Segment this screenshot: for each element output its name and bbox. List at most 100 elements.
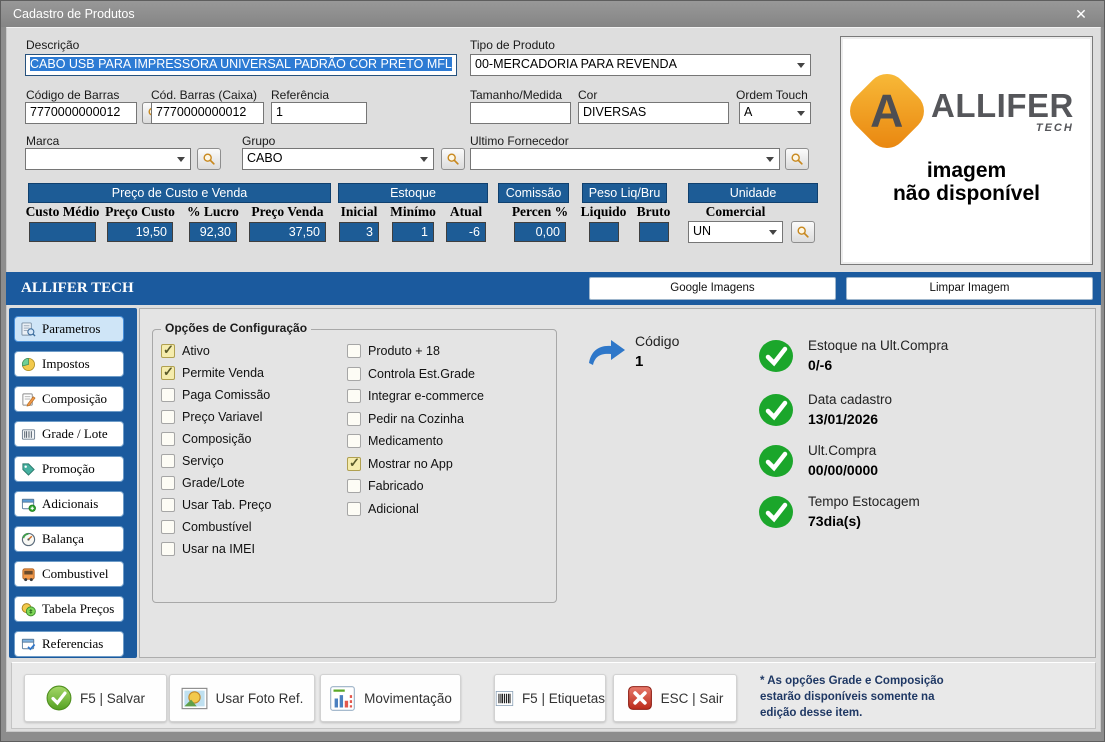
ordem-touch-select[interactable]: A <box>739 102 811 124</box>
checkbox-icon[interactable] <box>161 410 175 424</box>
unidade-search-button[interactable] <box>791 221 815 243</box>
tab-label: Composição <box>42 391 107 407</box>
marca-search-button[interactable] <box>197 148 221 170</box>
checkbox-icon[interactable] <box>347 479 361 493</box>
checkbox-controla-est-grade[interactable]: Controla Est.Grade <box>347 367 475 381</box>
checkbox-combustivel[interactable]: Combustível <box>161 520 251 534</box>
checkbox-ativo[interactable]: Ativo <box>161 344 210 358</box>
checkbox-fabricado[interactable]: Fabricado <box>347 479 424 493</box>
checkbox-label: Usar na IMEI <box>182 542 255 556</box>
checkbox-mostrar-no-app[interactable]: Mostrar no App <box>347 457 453 471</box>
ultimo-fornecedor-search-button[interactable] <box>785 148 809 170</box>
checkbox-icon[interactable] <box>347 434 361 448</box>
checkbox-icon[interactable] <box>347 457 361 471</box>
checkbox-icon[interactable] <box>347 389 361 403</box>
tab-tabela-precos[interactable]: Tabela Preços <box>14 596 124 622</box>
checkbox-adicional[interactable]: Adicional <box>347 502 419 516</box>
checkbox-icon[interactable] <box>347 502 361 516</box>
checkbox-icon[interactable] <box>161 366 175 380</box>
col-preco-venda-label: Preço Venda <box>241 204 334 220</box>
tab-grade-lote[interactable]: Grade / Lote <box>14 421 124 447</box>
estoque-minimo-field[interactable]: 1 <box>392 222 434 242</box>
checkbox-integrar-ecommerce[interactable]: Integrar e-commerce <box>347 389 484 403</box>
checkbox-icon[interactable] <box>161 498 175 512</box>
magnifier-icon <box>202 152 216 166</box>
preco-custo-field[interactable]: 19,50 <box>107 222 173 242</box>
checkbox-icon[interactable] <box>161 476 175 490</box>
estoque-atual-field[interactable]: -6 <box>446 222 486 242</box>
checkbox-label: Grade/Lote <box>182 476 245 490</box>
checkbox-paga-comissao[interactable]: Paga Comissão <box>161 388 270 402</box>
checkbox-icon[interactable] <box>347 367 361 381</box>
bar-chart-icon <box>329 685 356 712</box>
checkbox-pedir-na-cozinha[interactable]: Pedir na Cozinha <box>347 412 464 426</box>
group-header-preco: Preço de Custo e Venda <box>28 183 331 203</box>
checkbox-produto-18[interactable]: Produto + 18 <box>347 344 440 358</box>
image-not-available-text: imagem não disponível <box>841 159 1092 205</box>
checkbox-icon[interactable] <box>161 542 175 556</box>
referencia-input[interactable]: 1 <box>271 102 367 124</box>
comissao-percen-field[interactable]: 0,00 <box>514 222 566 242</box>
codigo-barras-input[interactable]: 7770000000012 <box>25 102 137 124</box>
parametros-panel: Opções de Configuração Ativo Permite Ven… <box>139 308 1096 658</box>
checkbox-icon[interactable] <box>161 388 175 402</box>
cor-input[interactable]: DIVERSAS <box>578 102 729 124</box>
window-check-icon <box>21 637 36 652</box>
checkbox-icon[interactable] <box>347 344 361 358</box>
tab-promocao[interactable]: Promoção <box>14 456 124 482</box>
salvar-button[interactable]: F5 | Salvar <box>24 674 167 722</box>
checkbox-servico[interactable]: Serviço <box>161 454 224 468</box>
usar-foto-button[interactable]: Usar Foto Ref. <box>169 674 315 722</box>
tab-parametros[interactable]: Parametros <box>14 316 124 342</box>
close-icon[interactable]: ✕ <box>1068 4 1094 24</box>
preco-venda-field[interactable]: 37,50 <box>249 222 326 242</box>
checkbox-usar-tab-preco[interactable]: Usar Tab. Preço <box>161 498 271 512</box>
unidade-comercial-select[interactable]: UN <box>688 221 783 243</box>
tamanho-input[interactable] <box>470 102 571 124</box>
checkbox-icon[interactable] <box>161 344 175 358</box>
checkbox-preco-variavel[interactable]: Preço Variavel <box>161 410 262 424</box>
checkbox-label: Ativo <box>182 344 210 358</box>
cod-barras-caixa-input[interactable]: 7770000000012 <box>151 102 264 124</box>
peso-liquido-field[interactable] <box>589 222 619 242</box>
barcode-icon <box>495 686 514 711</box>
descricao-input[interactable]: CABO USB PARA IMPRESSORA UNIVERSAL PADRÃ… <box>25 54 457 76</box>
checkbox-icon[interactable] <box>161 432 175 446</box>
checkbox-label: Controla Est.Grade <box>368 367 475 381</box>
custo-medio-field[interactable] <box>29 222 96 242</box>
peso-bruto-field[interactable] <box>639 222 669 242</box>
tab-combustivel[interactable]: Combustivel <box>14 561 124 587</box>
status-item-value: 0/-6 <box>808 357 832 373</box>
checkbox-icon[interactable] <box>161 454 175 468</box>
checkbox-icon[interactable] <box>347 412 361 426</box>
checkbox-composicao[interactable]: Composição <box>161 432 251 446</box>
grupo-search-button[interactable] <box>441 148 465 170</box>
chevron-down-icon <box>797 111 805 116</box>
google-imagens-button[interactable]: Google Imagens <box>589 277 836 300</box>
ultimo-fornecedor-select[interactable] <box>470 148 780 170</box>
sair-button[interactable]: ESC | Sair <box>613 674 737 722</box>
checkbox-medicamento[interactable]: Medicamento <box>347 434 443 448</box>
checkbox-usar-na-imei[interactable]: Usar na IMEI <box>161 542 255 556</box>
grupo-select[interactable]: CABO <box>242 148 434 170</box>
movimentacao-button[interactable]: Movimentação <box>320 674 461 722</box>
checkbox-icon[interactable] <box>161 520 175 534</box>
tab-composicao[interactable]: Composição <box>14 386 124 412</box>
tab-adicionais[interactable]: Adicionais <box>14 491 124 517</box>
product-image-panel: A ALLIFER TECH imagem não disponível <box>840 36 1093 265</box>
checkbox-label: Produto + 18 <box>368 344 440 358</box>
estoque-inicial-field[interactable]: 3 <box>339 222 379 242</box>
tab-referencias[interactable]: Referencias <box>14 631 124 657</box>
lucro-field[interactable]: 92,30 <box>189 222 237 242</box>
checkbox-label: Pedir na Cozinha <box>368 412 464 426</box>
tag-icon <box>21 462 36 477</box>
tab-balanca[interactable]: Balança <box>14 526 124 552</box>
tab-impostos[interactable]: Impostos <box>14 351 124 377</box>
limpar-imagem-button[interactable]: Limpar Imagem <box>846 277 1093 300</box>
checkbox-permite-venda[interactable]: Permite Venda <box>161 366 264 380</box>
checkbox-grade-lote[interactable]: Grade/Lote <box>161 476 245 490</box>
marca-select[interactable] <box>25 148 191 170</box>
etiquetas-button[interactable]: F5 | Etiquetas <box>494 674 606 722</box>
coins-icon <box>21 602 36 617</box>
tipo-produto-select[interactable]: 00-MERCADORIA PARA REVENDA <box>470 54 811 76</box>
